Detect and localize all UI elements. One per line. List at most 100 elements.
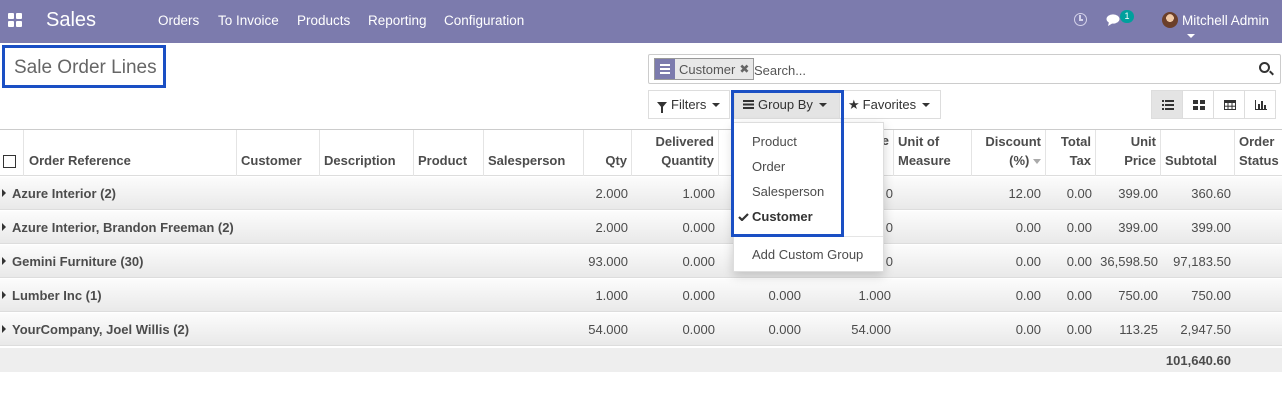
app-brand[interactable]: Sales — [46, 9, 96, 32]
col-price-line1: Unit — [1130, 134, 1156, 149]
delivered-cell: 0.000 — [682, 322, 715, 337]
group-by-button[interactable]: Group By — [734, 90, 840, 119]
group-row[interactable]: Gemini Furniture (30) 93.000 0.000 0 0.0… — [0, 245, 1282, 278]
group-by-option-customer[interactable]: Customer — [752, 209, 813, 224]
user-name: Mitchell Admin — [1182, 13, 1270, 28]
expand-caret-icon — [2, 325, 6, 333]
col-unit-price[interactable]: Unit Price — [1096, 130, 1161, 176]
group-name: Azure Interior, Brandon Freeman (2) — [12, 220, 234, 235]
col-order-status[interactable]: Order Status — [1235, 130, 1282, 176]
expand-caret-icon — [2, 223, 6, 231]
menu-products[interactable]: Products — [297, 13, 350, 28]
pivot-view-button[interactable] — [1213, 90, 1245, 119]
caret-down-icon — [922, 102, 931, 107]
caret-down-icon — [1187, 34, 1195, 39]
list-view-button[interactable] — [1151, 90, 1183, 119]
group-name: YourCompany, Joel Willis (2) — [12, 322, 190, 337]
tax-cell: 0.00 — [1066, 288, 1092, 303]
tax-cell: 0.00 — [1066, 220, 1092, 235]
bars-icon — [743, 100, 754, 109]
user-avatar[interactable] — [1162, 12, 1178, 28]
kanban-view-button[interactable] — [1182, 90, 1214, 119]
discount-cell: 0.00 — [1015, 254, 1041, 269]
top-navbar: Sales Orders To Invoice Products Reporti… — [0, 0, 1282, 43]
menu-reporting[interactable]: Reporting — [368, 13, 427, 28]
favorites-button[interactable]: ★ Favorites — [839, 90, 941, 119]
col-tax-line1: Total — [1060, 134, 1091, 149]
discount-cell: 0.00 — [1015, 322, 1041, 337]
col-salesperson[interactable]: Salesperson — [484, 130, 584, 176]
col-customer[interactable]: Customer — [237, 130, 320, 176]
col-description[interactable]: Description — [320, 130, 414, 176]
group-row[interactable]: Lumber Inc (1) 1.000 0.000 0.000 1.000 0… — [0, 279, 1282, 312]
menu-to-invoice[interactable]: To Invoice — [218, 13, 279, 28]
col-unit-of-measure[interactable]: Unit of Measure — [894, 130, 972, 176]
search-bar[interactable]: Customer ✖ — [648, 54, 1281, 84]
search-icon[interactable] — [1259, 62, 1270, 73]
menu-orders[interactable]: Orders — [158, 13, 199, 28]
facet-remove-icon[interactable]: ✖ — [739, 62, 749, 76]
col-status-line1: Order — [1239, 134, 1275, 149]
col-qty[interactable]: Qty — [584, 130, 632, 176]
group-by-option-salesperson[interactable]: Salesperson — [752, 184, 824, 199]
col-uom-line1: Unit of — [898, 134, 940, 149]
unit-price-cell: 750.00 — [1118, 288, 1158, 303]
graph-view-button[interactable] — [1244, 90, 1276, 119]
select-all-checkbox[interactable] — [3, 155, 16, 168]
caret-down-icon — [712, 102, 721, 107]
to-invoice-cell: 1.000 — [858, 288, 891, 303]
col-uom-line2: Measure — [898, 153, 951, 168]
unit-price-cell: 113.25 — [1119, 322, 1158, 337]
subtotal-cell: 399.00 — [1191, 220, 1231, 235]
expand-caret-icon — [2, 257, 6, 265]
user-menu[interactable]: Mitchell Admin — [1182, 13, 1282, 43]
filters-button[interactable]: Filters — [648, 90, 730, 119]
filter-icon — [657, 101, 667, 113]
subtotal-cell: 97,183.50 — [1173, 254, 1231, 269]
col-discount[interactable]: Discount (%) — [972, 130, 1046, 176]
list-icon — [1162, 100, 1174, 110]
col-discount-line1: Discount — [985, 134, 1041, 149]
filters-label: Filters — [671, 97, 707, 112]
star-icon: ★ — [848, 96, 860, 112]
to-invoice-cell: 54.000 — [851, 322, 891, 337]
kanban-icon — [1193, 100, 1205, 110]
menu-configuration[interactable]: Configuration — [444, 13, 524, 28]
table-header: Order Reference Customer Description Pro… — [0, 129, 1282, 176]
expand-caret-icon — [2, 291, 6, 299]
group-row[interactable]: YourCompany, Joel Willis (2) 54.000 0.00… — [0, 313, 1282, 346]
col-delivered-qty[interactable]: Delivered Quantity — [632, 130, 719, 176]
col-product[interactable]: Product — [414, 130, 484, 176]
search-facet[interactable]: Customer ✖ — [654, 58, 755, 80]
favorites-label: Favorites — [862, 97, 917, 112]
group-name: Azure Interior (2) — [12, 186, 117, 201]
view-switcher — [1151, 90, 1276, 119]
discount-cell: 0.00 — [1015, 288, 1041, 303]
to-invoice-cell: 0 — [885, 254, 893, 269]
col-subtotal[interactable]: Subtotal — [1161, 130, 1235, 176]
col-delivered-line1: Delivered — [655, 134, 714, 149]
subtotal-cell: 750.00 — [1191, 288, 1231, 303]
tax-cell: 0.00 — [1066, 254, 1092, 269]
col-status-line2: Status — [1239, 153, 1279, 168]
group-by-option-order[interactable]: Order — [752, 159, 785, 174]
subtotal-cell: 360.60 — [1191, 186, 1231, 201]
group-row[interactable]: Azure Interior, Brandon Freeman (2) 2.00… — [0, 211, 1282, 244]
group-by-dropdown: Product Order Salesperson Customer Add C… — [733, 122, 884, 272]
qty-cell: 93.000 — [588, 254, 628, 269]
to-invoice-cell: 0 — [885, 186, 893, 201]
qty-cell: 2.000 — [595, 220, 628, 235]
delivered-cell: 1.000 — [682, 186, 715, 201]
check-icon — [738, 213, 749, 221]
group-by-option-product[interactable]: Product — [752, 134, 797, 149]
search-input[interactable] — [754, 60, 1234, 80]
unit-price-cell: 36,598.50 — [1100, 254, 1158, 269]
group-row[interactable]: Azure Interior (2) 2.000 1.000 0 12.00 0… — [0, 177, 1282, 210]
clock-icon[interactable] — [1074, 13, 1087, 26]
col-order-reference[interactable]: Order Reference — [25, 130, 237, 176]
add-custom-group-button[interactable]: Add Custom Group — [752, 247, 863, 262]
col-total-tax[interactable]: Total Tax — [1046, 130, 1096, 176]
qty-cell: 2.000 — [595, 186, 628, 201]
to-invoice-cell: 0 — [885, 220, 893, 235]
apps-grid-icon[interactable] — [8, 13, 22, 27]
